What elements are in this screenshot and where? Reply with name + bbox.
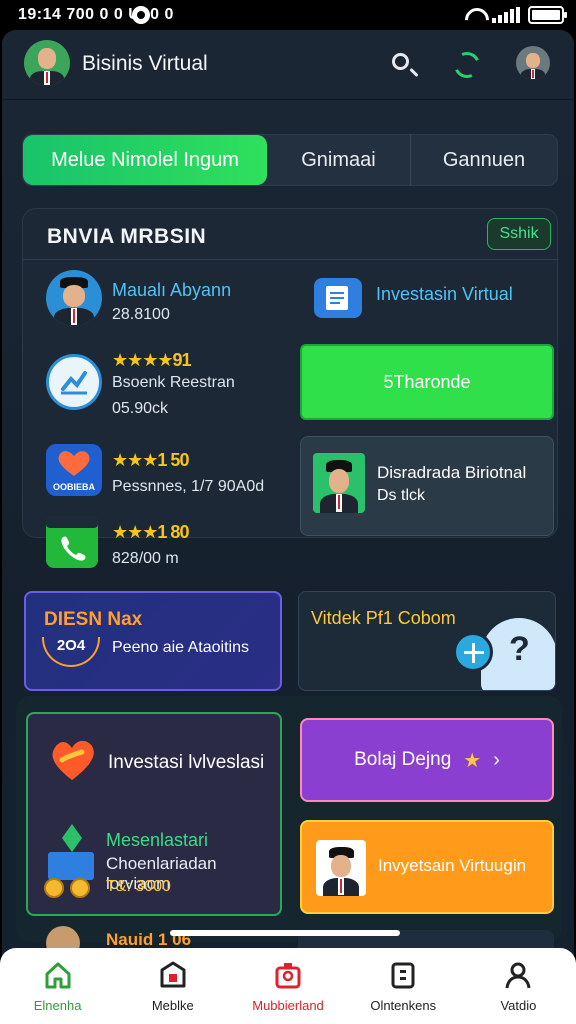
app-screen: Bisinis Virtual Melue Nimolel Ingum Gnim…: [2, 30, 574, 1024]
panel-divider: [23, 259, 559, 260]
promo-value: T&: 3000: [106, 878, 171, 895]
star-icon: ★: [463, 749, 482, 772]
invest-card[interactable]: Investasi lvlveslasi Mesenlastari Choenl…: [26, 712, 282, 916]
featured-avatar: [313, 453, 365, 513]
invest-avatar: [316, 840, 366, 896]
status-time: 19:14 700 0 0 UI 0 0: [18, 6, 174, 23]
row-1-title: Maualı Abyann: [112, 280, 232, 300]
bottom-nav: Elnenha Meblke Mubbierland Olntenkens Va…: [0, 948, 576, 1024]
invest-card-title: Investasi lvlveslasi: [108, 752, 265, 773]
year-badge: 2O4: [42, 637, 100, 667]
phone-app-icon: [46, 516, 98, 568]
nav-home-label: Elnenha: [33, 998, 82, 1013]
app-title: Bisinis Virtual: [82, 52, 208, 75]
tab-gannuen[interactable]: Gannuen: [411, 135, 557, 185]
store-icon: [158, 960, 188, 990]
status-icons: [464, 6, 567, 24]
promo-banner-left[interactable]: DIESN Nax 2O4 Peeno aie Ataoitins: [24, 591, 282, 691]
learn-button[interactable]: Bolaj Dejng ★ ›: [300, 718, 554, 802]
nav-profile-label: Vatdio: [500, 998, 537, 1013]
nav-store-label: Meblke: [151, 998, 194, 1013]
tab-melue-nimolel[interactable]: Melue Nimolel Ingum: [23, 135, 267, 185]
panel-title: BNVIA MRBSIN: [47, 225, 207, 248]
clipboard-icon: [388, 960, 418, 990]
sync-icon: [132, 6, 150, 24]
banner-right-title: Vitdek Pf1 Cobom: [311, 608, 456, 628]
featured-card[interactable]: Disradrada Biriotnal Ds tlck: [300, 436, 554, 536]
nav-clipboard-label: Olntenkens: [370, 998, 437, 1013]
banner-left-title: DIESN Nax: [44, 609, 143, 630]
tab-gnimaai[interactable]: Gnimaai: [267, 135, 411, 185]
status-bar: 19:14 700 0 0 UI 0 0: [0, 0, 576, 30]
row-2-title: Bsoenk Reestran: [112, 374, 235, 391]
nav-store[interactable]: Meblke: [115, 948, 230, 1024]
promo-title: Mesenlastari: [106, 830, 209, 850]
promo-banner-right[interactable]: Vitdek Pf1 Cobom ?: [298, 591, 556, 691]
invest-virtual-button-label: Invyetsain Virtuugin: [378, 856, 527, 875]
wifi-icon: [464, 7, 484, 23]
nav-gift-label: Mubbierland: [252, 998, 324, 1013]
document-icon: [314, 278, 362, 318]
rating-stars-3: ★★★1 80: [112, 522, 189, 542]
banner-left-subtitle: Peeno aie Ataoitins: [112, 639, 249, 656]
nav-clipboard[interactable]: Olntenkens: [346, 948, 461, 1024]
compass-icon: [453, 632, 493, 672]
segment-tabs: Melue Nimolel Ingum Gnimaai Gannuen: [22, 134, 558, 186]
row-1-value: 28.8100: [112, 306, 170, 323]
rating-stars-2: ★★★1 50: [112, 450, 189, 470]
heart-hand-icon: [52, 740, 94, 780]
rating-stars: ★★★★91: [112, 350, 192, 370]
gem-coins-icon: [44, 824, 94, 898]
learn-button-label: Bolaj Dejng: [354, 749, 452, 770]
top-bar: Bisinis Virtual: [2, 30, 574, 100]
chart-icon: [46, 354, 102, 410]
row-4-value: 828/00 m: [112, 550, 179, 567]
invest-virtual-link[interactable]: Investasin Virtual: [376, 284, 513, 305]
featured-title: Disradrada Biriotnal: [377, 463, 527, 482]
panel-badge-button[interactable]: Sshik: [487, 218, 551, 250]
user-avatar[interactable]: [24, 40, 70, 86]
row-3-title: Pessnnes, 1/7 90A0d: [112, 478, 265, 495]
featured-subtitle: Ds tlck: [377, 487, 425, 504]
person-icon: [503, 960, 533, 990]
profile-avatar[interactable]: [516, 46, 550, 80]
nav-profile[interactable]: Vatdio: [461, 948, 576, 1024]
heart-app-label: OOBIEBA: [52, 482, 95, 492]
home-indicator: [170, 930, 400, 936]
heart-app-icon: OOBIEBA: [46, 444, 102, 496]
chevron-right-icon: ›: [493, 748, 500, 771]
gift-icon: [273, 960, 303, 990]
invest-virtual-button[interactable]: Invyetsain Virtuugin: [300, 820, 554, 914]
row-2-value: 05.90ck: [112, 400, 169, 417]
battery-icon: [528, 6, 567, 24]
business-avatar: [46, 270, 102, 326]
signal-icon: [492, 7, 520, 23]
home-icon: [43, 960, 73, 990]
refresh-icon[interactable]: [450, 48, 484, 82]
primary-cta-button[interactable]: 5Tharonde: [300, 344, 554, 420]
search-icon[interactable]: [388, 50, 418, 80]
nav-home[interactable]: Elnenha: [0, 948, 115, 1024]
nav-gift[interactable]: Mubbierland: [230, 948, 345, 1024]
